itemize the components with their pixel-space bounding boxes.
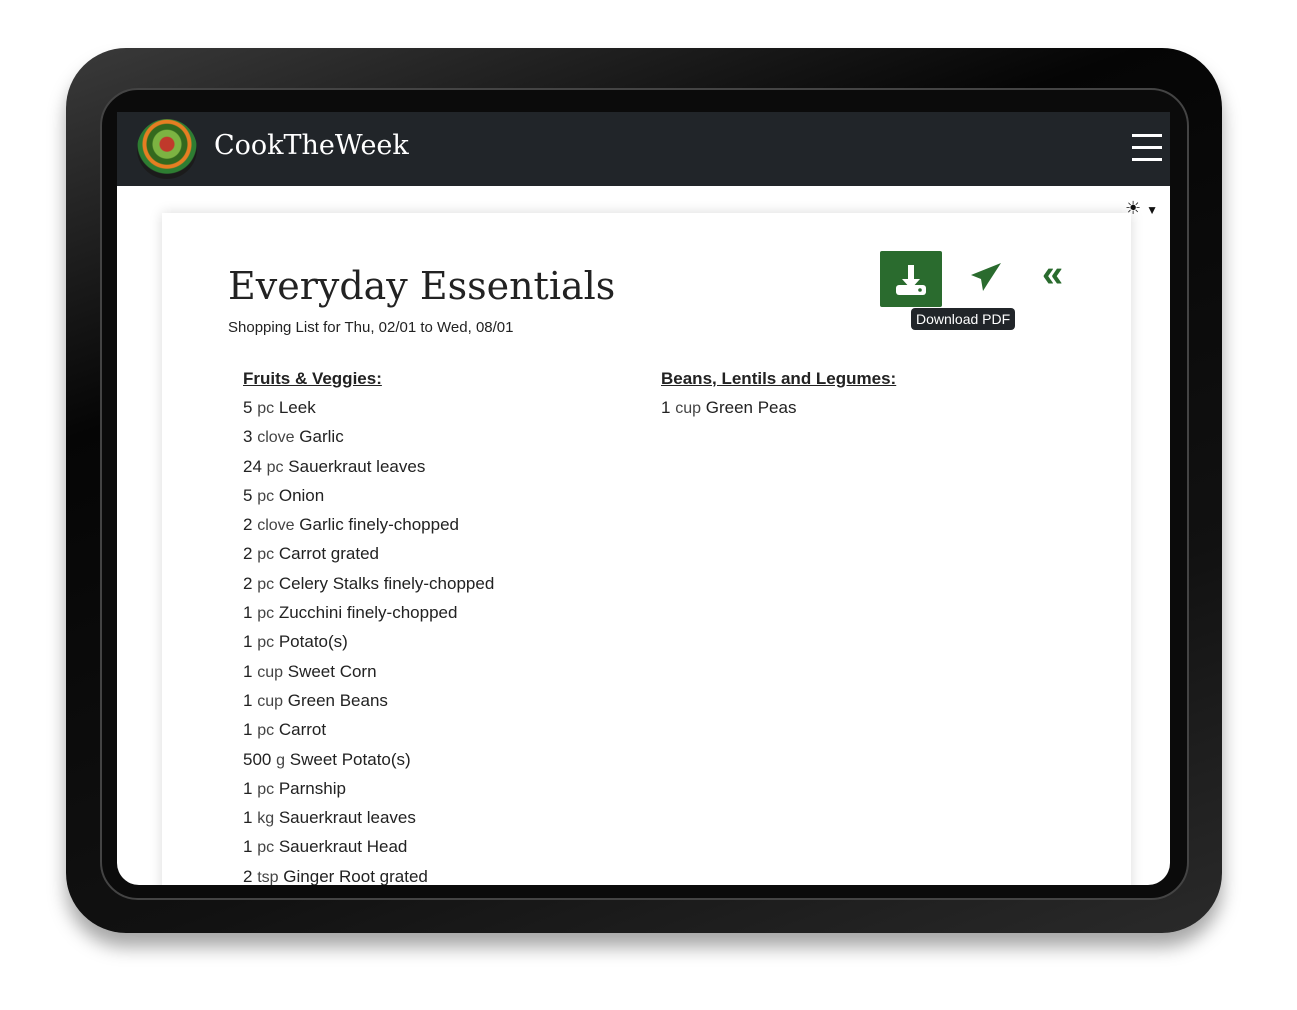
item-unit: pc [257, 546, 275, 564]
download-icon [896, 265, 926, 295]
item-qty: 1 [243, 778, 253, 798]
item-unit: pc [257, 605, 275, 623]
item-unit: pc [257, 575, 275, 593]
item-name: Carrot grated [278, 544, 380, 564]
item-qty: 1 [243, 603, 253, 623]
navbar: CookTheWeek [117, 112, 1170, 186]
caret-down-icon: ▼ [1146, 203, 1158, 217]
item-unit: clove [257, 517, 295, 535]
item-unit: pc [257, 780, 275, 798]
item-unit: pc [257, 634, 275, 652]
item-unit: clove [257, 429, 295, 447]
item-qty: 2 [243, 544, 253, 564]
item-name: Ginger Root grated [283, 866, 428, 885]
list-item[interactable]: 2 pc Celery Stalks finely-chopped [243, 574, 494, 603]
list-item[interactable]: 2 tsp Ginger Root grated [243, 867, 494, 885]
item-name: Garlic [299, 427, 344, 447]
list-item[interactable]: 1 cup Sweet Corn [243, 662, 494, 691]
list-item[interactable]: 1 cup Green Peas [661, 398, 896, 427]
item-qty: 1 [243, 632, 253, 652]
item-name: Garlic finely-chopped [299, 515, 459, 535]
item-name: Potato(s) [278, 632, 348, 652]
brand-name[interactable]: CookTheWeek [214, 130, 409, 161]
brand-logo[interactable] [137, 119, 197, 179]
item-unit: cup [257, 663, 283, 681]
item-name: Leek [278, 398, 316, 417]
list-item[interactable]: 1 pc Sauerkraut Head [243, 837, 494, 866]
hamburger-menu-icon[interactable] [1132, 134, 1162, 162]
shopping-list-card: Everyday Essentials Shopping List for Th… [162, 213, 1131, 885]
item-unit: pc [266, 458, 284, 476]
screen: CookTheWeek ☀ ▼ Everyday Essentials Shop… [117, 112, 1170, 885]
list-item[interactable]: 5 pc Leek [243, 398, 494, 427]
item-unit: pc [257, 839, 275, 857]
item-qty: 5 [243, 398, 253, 417]
item-qty: 2 [243, 515, 253, 535]
page-subtitle: Shopping List for Thu, 02/01 to Wed, 08/… [228, 319, 514, 336]
item-name: Carrot [278, 720, 327, 740]
item-name: Sauerkraut leaves [288, 456, 426, 476]
list-item[interactable]: 500 g Sweet Potato(s) [243, 750, 494, 779]
item-qty: 1 [243, 837, 253, 857]
item-qty: 1 [243, 661, 253, 681]
category-title: Beans, Lentils and Legumes: [661, 369, 897, 388]
item-unit: pc [257, 487, 275, 505]
item-name: Green Beans [287, 690, 388, 710]
list-item[interactable]: 2 clove Garlic finely-chopped [243, 515, 494, 544]
item-unit: tsp [257, 868, 279, 885]
item-unit: g [276, 751, 286, 769]
list-item[interactable]: 1 pc Zucchini finely-chopped [243, 603, 494, 632]
category-fruits-veggies: Fruits & Veggies: 5 pc Leek 3 clove Garlic… [243, 369, 494, 885]
item-qty: 1 [243, 690, 253, 710]
item-name: Sweet Corn [287, 661, 377, 681]
list-item[interactable]: 1 kg Sauerkraut leaves [243, 808, 494, 837]
item-name: Sweet Potato(s) [289, 749, 411, 769]
item-qty: 24 [243, 456, 262, 476]
item-qty: 2 [243, 573, 253, 593]
list-item[interactable]: 5 pc Onion [243, 486, 494, 515]
item-qty: 1 [243, 720, 253, 740]
list-item[interactable]: 1 cup Green Beans [243, 691, 494, 720]
item-name: Onion [278, 485, 325, 505]
item-name: Sauerkraut Head [278, 837, 408, 857]
category-title: Fruits & Veggies: [243, 369, 382, 388]
item-unit: cup [675, 400, 701, 417]
item-qty: 3 [243, 427, 253, 447]
list-item[interactable]: 1 pc Carrot [243, 720, 494, 749]
download-pdf-button[interactable] [880, 251, 942, 307]
download-tooltip: Download PDF [911, 308, 1016, 330]
category-beans-legumes: Beans, Lentils and Legumes: 1 cup Green P… [661, 369, 896, 427]
double-chevron-left-icon[interactable]: « [1042, 253, 1063, 296]
item-qty: 500 [243, 749, 272, 769]
send-icon[interactable] [968, 260, 1004, 301]
list-item[interactable]: 1 pc Parnship [243, 779, 494, 808]
item-name: Parnship [278, 778, 346, 798]
page-title: Everyday Essentials [228, 264, 616, 308]
item-name: Green Peas [705, 398, 797, 417]
list-item[interactable]: 2 pc Carrot grated [243, 544, 494, 573]
item-name: Sauerkraut leaves [278, 808, 416, 828]
list-item[interactable]: 24 pc Sauerkraut leaves [243, 457, 494, 486]
item-unit: pc [257, 400, 275, 417]
list-item[interactable]: 3 clove Garlic [243, 427, 494, 456]
item-qty: 1 [661, 398, 671, 417]
item-qty: 2 [243, 866, 253, 885]
list-item[interactable]: 1 pc Potato(s) [243, 632, 494, 661]
item-unit: pc [257, 722, 275, 740]
item-qty: 5 [243, 485, 253, 505]
item-name: Celery Stalks finely-chopped [278, 573, 495, 593]
item-unit: kg [257, 810, 275, 828]
item-qty: 1 [243, 808, 253, 828]
item-unit: cup [257, 692, 283, 710]
item-name: Zucchini finely-chopped [278, 603, 458, 623]
